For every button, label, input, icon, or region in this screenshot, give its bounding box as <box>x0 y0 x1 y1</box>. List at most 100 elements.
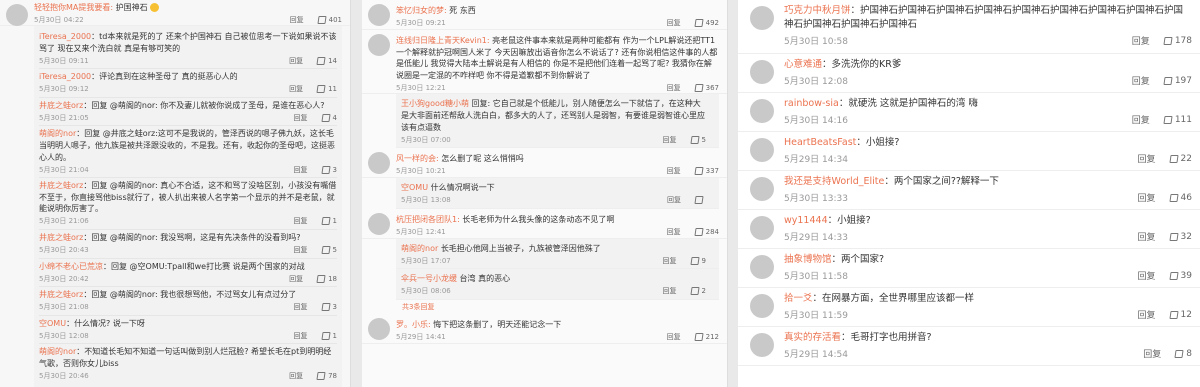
comment-username[interactable]: 罗。小乐: <box>396 320 431 329</box>
reply-button[interactable]: 回复 <box>290 15 304 25</box>
comment-username[interactable]: rainbow-sia <box>784 98 839 109</box>
like-button[interactable]: 4 <box>320 113 337 122</box>
reply-button[interactable]: 回复 <box>667 166 681 176</box>
avatar[interactable] <box>750 177 774 201</box>
reply-username[interactable]: 小绵不老心已荒凉 <box>39 262 103 271</box>
like-button[interactable]: 212 <box>694 333 719 342</box>
reply-button[interactable]: 回复 <box>1138 152 1156 165</box>
comment-username[interactable]: 心意难通 <box>784 59 822 70</box>
comment-username[interactable]: 萌阁的nor <box>401 244 438 253</box>
comment-username[interactable]: 笨忆归女的梦: <box>396 6 447 15</box>
like-button[interactable]: 39 <box>1168 271 1192 281</box>
reply-username[interactable]: 井底之蛙orz <box>39 290 83 299</box>
like-button[interactable]: 11 <box>316 85 337 94</box>
reply-button[interactable]: 回复 <box>1132 113 1150 126</box>
avatar[interactable] <box>368 152 390 175</box>
reply-username[interactable]: 空OMU <box>39 319 66 328</box>
reply-button[interactable]: 回复 <box>294 245 308 255</box>
reply-button[interactable]: 回复 <box>663 135 677 145</box>
reply-button[interactable]: 回复 <box>289 56 303 66</box>
like-button[interactable]: 18 <box>316 274 337 283</box>
like-button[interactable]: 5 <box>320 246 337 255</box>
like-button[interactable]: 3 <box>320 165 337 174</box>
reply-button[interactable]: 回复 <box>663 256 677 266</box>
reply-button[interactable]: 回复 <box>289 274 303 284</box>
reply-button[interactable]: 回复 <box>289 84 303 94</box>
like-button[interactable]: 8 <box>1174 349 1192 359</box>
reply-button[interactable]: 回复 <box>1132 74 1150 87</box>
like-button[interactable]: 492 <box>694 19 719 28</box>
reply-button[interactable]: 回复 <box>667 332 681 342</box>
like-button[interactable]: 14 <box>316 56 337 65</box>
comment-username[interactable]: HeartBeatsFast <box>784 137 856 148</box>
like-button[interactable]: 197 <box>1163 76 1192 86</box>
reply-button[interactable]: 回复 <box>1138 308 1156 321</box>
reply-username[interactable]: 井底之蛙orz <box>39 101 83 110</box>
reply-button[interactable]: 回复 <box>663 286 677 296</box>
avatar[interactable] <box>750 216 774 240</box>
like-button[interactable]: 46 <box>1168 193 1192 203</box>
like-button[interactable]: 401 <box>317 16 342 25</box>
like-button[interactable]: 3 <box>320 303 337 312</box>
avatar[interactable] <box>750 6 774 30</box>
comment-username[interactable]: wy11444 <box>784 215 828 226</box>
reply-username[interactable]: 萌阁的nor <box>39 347 76 356</box>
like-button[interactable]: 2 <box>689 287 706 296</box>
reply-button[interactable]: 回复 <box>667 195 681 205</box>
reply-username[interactable]: 井底之蛙orz <box>39 181 83 190</box>
avatar[interactable] <box>750 99 774 123</box>
reply-button[interactable]: 回复 <box>294 302 308 312</box>
like-button[interactable]: 1 <box>320 217 337 226</box>
reply-button[interactable]: 回复 <box>294 331 308 341</box>
reply-button[interactable]: 回复 <box>294 165 308 175</box>
reply-button[interactable]: 回复 <box>667 227 681 237</box>
comment-username[interactable]: 风一样的会: <box>396 154 439 163</box>
comment-username[interactable]: 空OMU <box>401 183 428 192</box>
reply-username[interactable]: iTeresa_2000 <box>39 32 91 41</box>
more-replies-link[interactable]: 共3条回复 <box>362 300 727 314</box>
comment-username[interactable]: 轻轻抱你MA提我要看: <box>34 3 113 12</box>
comment-username[interactable]: 抽象博物馆 <box>784 254 832 265</box>
like-button[interactable]: 32 <box>1168 232 1192 242</box>
reply-button[interactable]: 回复 <box>294 216 308 226</box>
reply-button[interactable]: 回复 <box>667 83 681 93</box>
avatar[interactable] <box>368 34 390 56</box>
comment-username[interactable]: 拾一爻 <box>784 293 813 304</box>
reply-button[interactable]: 回复 <box>289 371 303 381</box>
reply-button[interactable]: 回复 <box>667 18 681 28</box>
like-button[interactable]: 78 <box>316 372 337 380</box>
reply-button[interactable]: 回复 <box>1138 269 1156 282</box>
like-button[interactable]: 9 <box>689 256 706 265</box>
reply-username[interactable]: 井底之蛙orz <box>39 233 83 242</box>
like-button[interactable]: 22 <box>1168 154 1192 164</box>
reply-button[interactable]: 回复 <box>294 113 308 123</box>
like-button[interactable]: 178 <box>1163 36 1192 46</box>
reply-username[interactable]: 萌阁的nor <box>39 129 76 138</box>
avatar[interactable] <box>750 138 774 162</box>
comment-username[interactable]: 巧克力中秋月饼 <box>784 5 851 16</box>
reply-button[interactable]: 回复 <box>1132 34 1150 47</box>
like-button[interactable]: 337 <box>694 167 719 176</box>
comment-username[interactable]: 连线归日隆上青天Kevin1: <box>396 36 490 45</box>
avatar[interactable] <box>368 4 390 26</box>
avatar[interactable] <box>368 212 390 235</box>
like-button[interactable]: 12 <box>1168 310 1192 320</box>
like-button[interactable]: 367 <box>694 83 719 92</box>
avatar[interactable] <box>6 4 28 26</box>
reply-button[interactable]: 回复 <box>1143 347 1161 360</box>
avatar[interactable] <box>368 317 390 340</box>
reply-username[interactable]: iTeresa_2000 <box>39 72 91 81</box>
like-button[interactable]: 111 <box>1163 115 1192 125</box>
like-button[interactable]: 1 <box>320 331 337 340</box>
reply-button[interactable]: 回复 <box>1138 191 1156 204</box>
comment-username[interactable]: 真实的存活看 <box>784 332 841 343</box>
comment-username[interactable]: 杭压把闭各团队1: <box>396 215 460 224</box>
avatar[interactable] <box>750 333 774 357</box>
comment-username[interactable]: 我还是支持World_Elite <box>784 176 884 187</box>
avatar[interactable] <box>750 60 774 84</box>
avatar[interactable] <box>750 294 774 318</box>
like-button[interactable]: 284 <box>694 227 719 236</box>
like-button[interactable] <box>694 196 706 205</box>
comment-username[interactable]: 王小狗good糖小萌 <box>401 99 469 108</box>
reply-button[interactable]: 回复 <box>1138 230 1156 243</box>
